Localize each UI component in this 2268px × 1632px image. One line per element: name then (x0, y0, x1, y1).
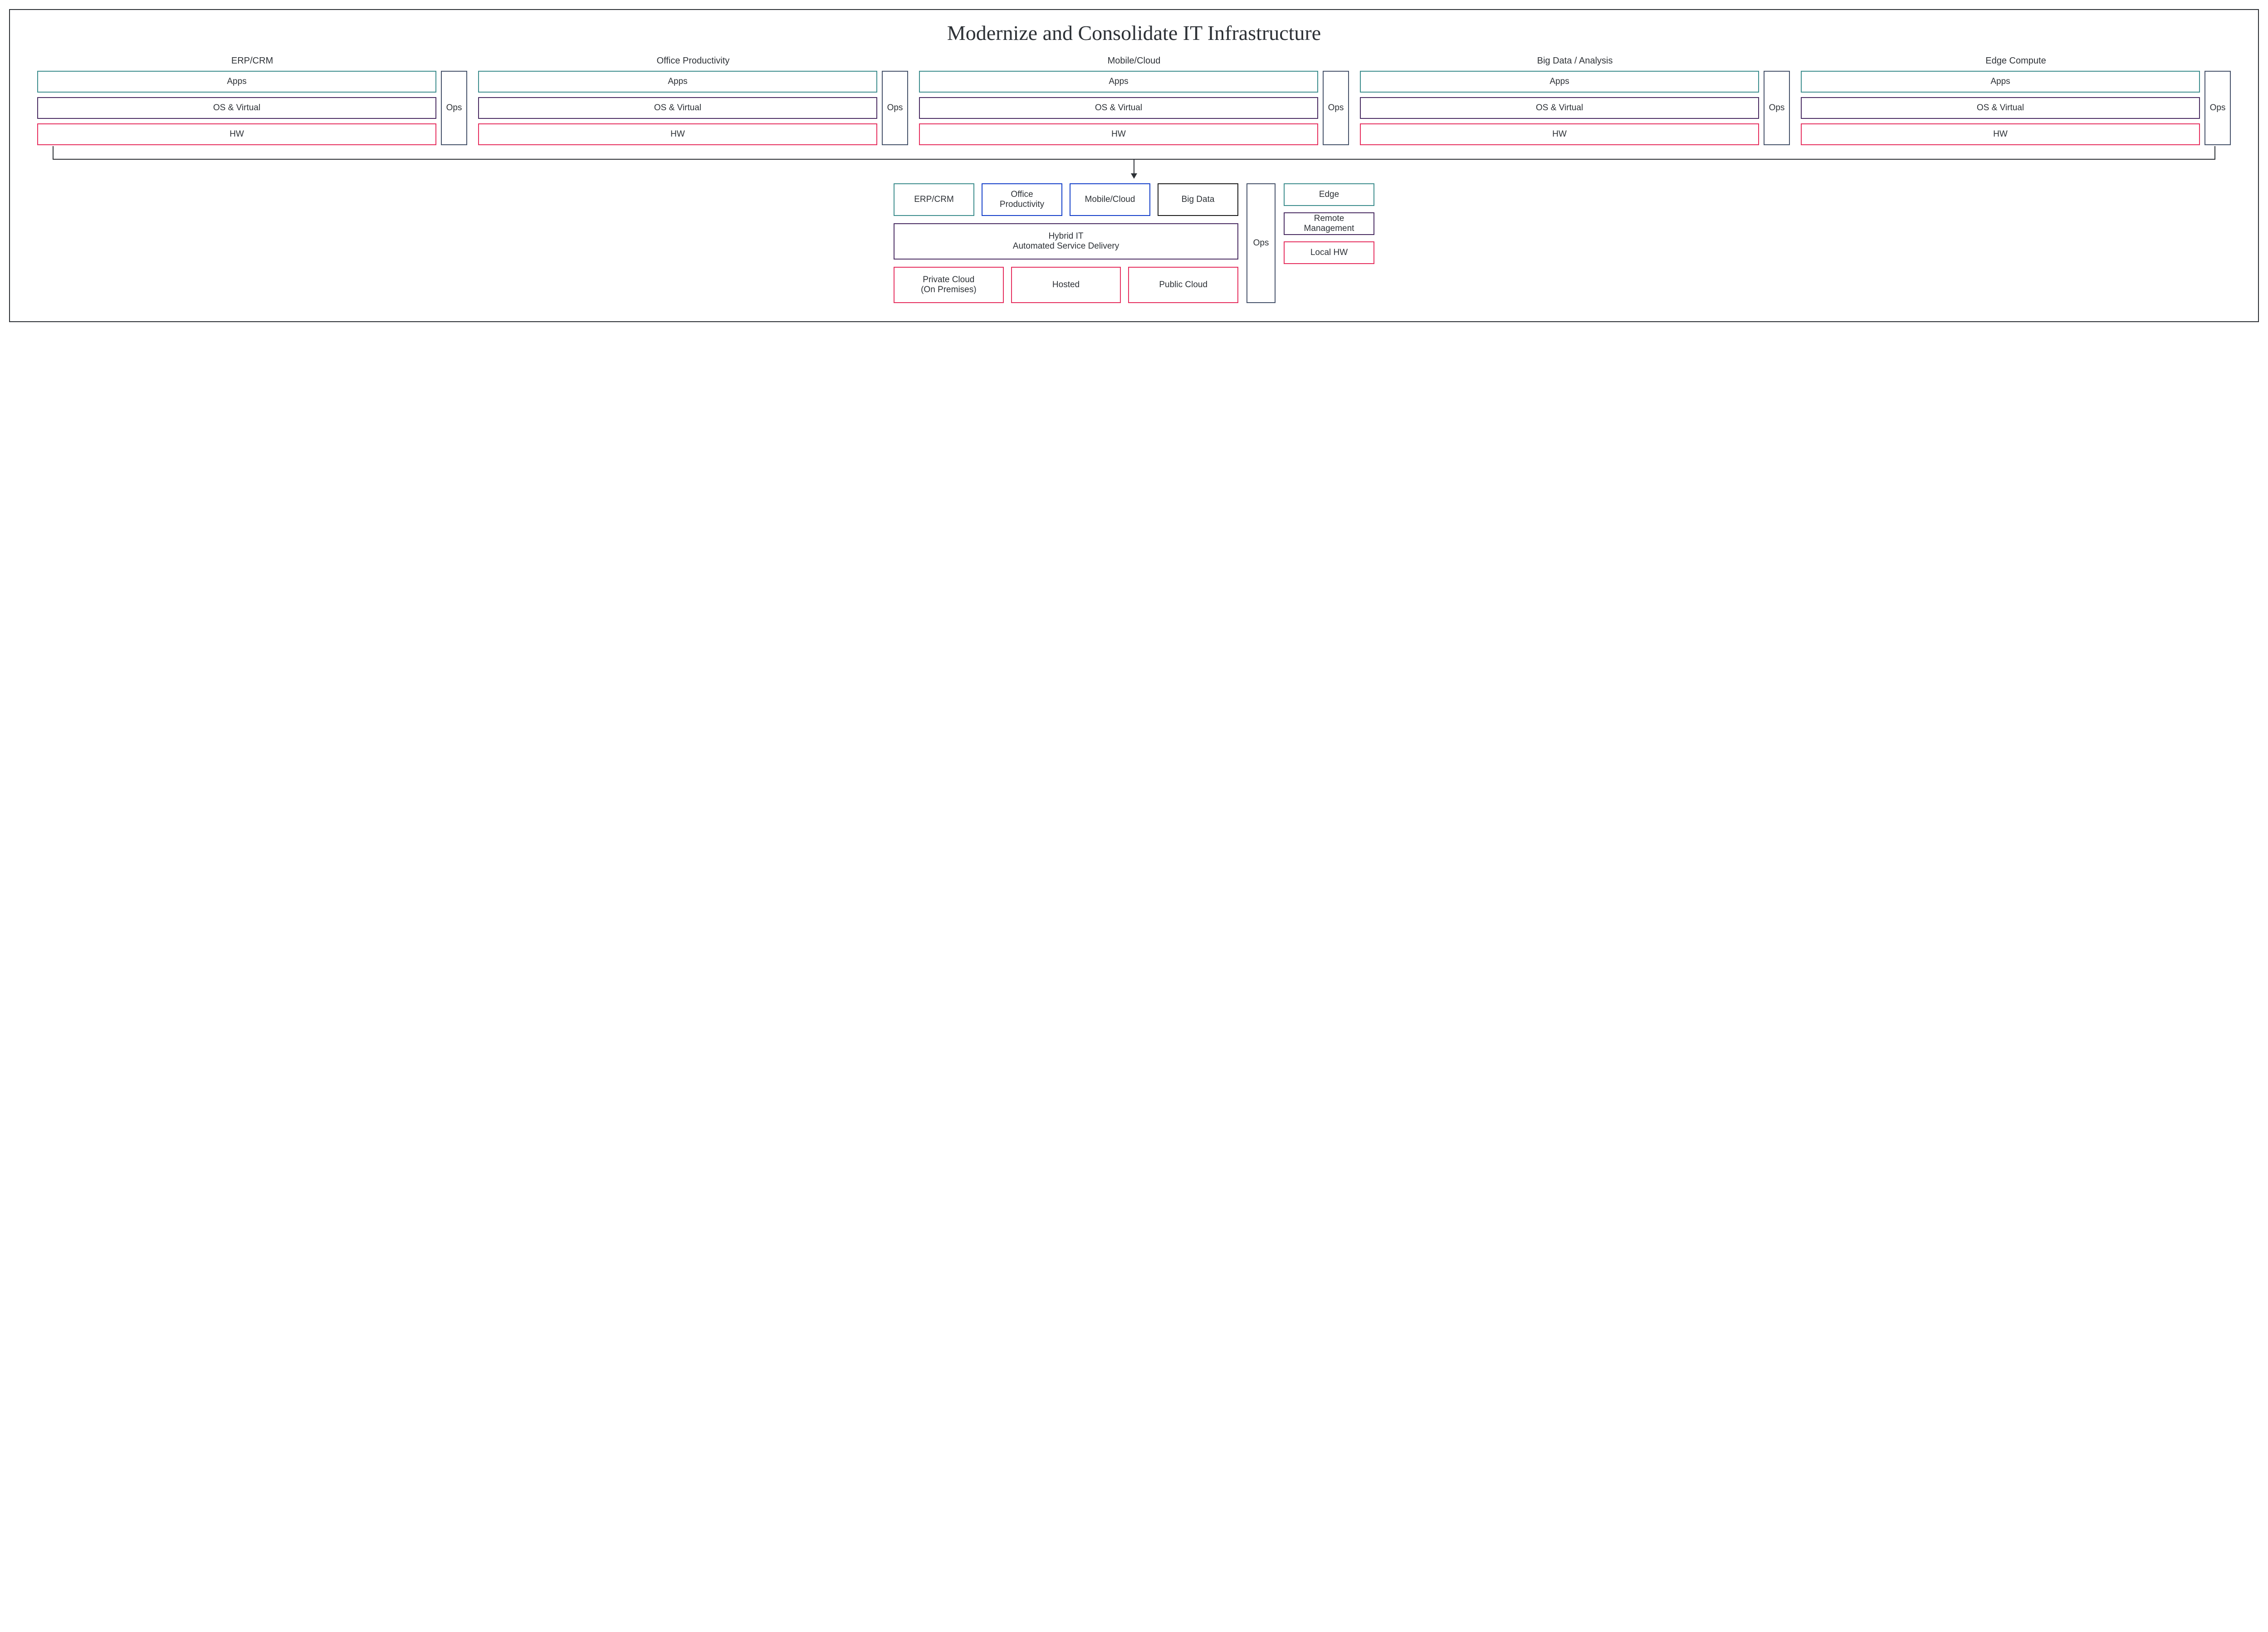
consolidated-apps-row: ERP/CRM Office Productivity Mobile/Cloud… (894, 183, 1238, 216)
local-hw-box: Local HW (1284, 241, 1374, 264)
silo-ops-box: Ops (882, 71, 908, 145)
silo-title: Edge Compute (1801, 56, 2231, 66)
silo-os-box: OS & Virtual (919, 97, 1318, 119)
silo-apps-box: Apps (919, 71, 1318, 93)
silo-ops-box: Ops (1764, 71, 1790, 145)
silo-hw-box: HW (478, 123, 877, 145)
silo-title: ERP/CRM (37, 56, 467, 66)
silo-os-box: OS & Virtual (478, 97, 877, 119)
app-erp-crm-box: ERP/CRM (894, 183, 974, 216)
silo-os-box: OS & Virtual (37, 97, 436, 119)
remote-management-box: Remote Management (1284, 212, 1374, 235)
silo-big-data: Big Data / Analysis Apps OS & Virtual HW… (1360, 56, 1790, 145)
silo-title: Mobile/Cloud (919, 56, 1349, 66)
diagram-frame: Modernize and Consolidate IT Infrastruct… (9, 9, 2259, 322)
consolidated-section: ERP/CRM Office Productivity Mobile/Cloud… (37, 183, 2231, 303)
silo-title: Big Data / Analysis (1360, 56, 1790, 66)
silo-office-productivity: Office Productivity Apps OS & Virtual HW… (478, 56, 908, 145)
silo-apps-box: Apps (37, 71, 436, 93)
infra-hosted-box: Hosted (1011, 267, 1121, 303)
silo-hw-box: HW (1801, 123, 2200, 145)
silo-edge-compute: Edge Compute Apps OS & Virtual HW Ops (1801, 56, 2231, 145)
silo-ops-box: Ops (1323, 71, 1349, 145)
consolidated-ops-column: Ops (1246, 183, 1276, 303)
hybrid-it-box: Hybrid IT Automated Service Delivery (894, 223, 1238, 260)
silo-apps-box: Apps (1801, 71, 2200, 93)
silo-os-box: OS & Virtual (1801, 97, 2200, 119)
silo-ops-box: Ops (2204, 71, 2231, 145)
consolidated-edge-column: Edge Remote Management Local HW (1284, 183, 1374, 303)
silo-apps-box: Apps (1360, 71, 1759, 93)
infra-public-cloud-box: Public Cloud (1128, 267, 1238, 303)
edge-box: Edge (1284, 183, 1374, 206)
silo-row: ERP/CRM Apps OS & Virtual HW Ops Office … (37, 56, 2231, 145)
silo-apps-box: Apps (478, 71, 877, 93)
consolidated-infra-row: Private Cloud (On Premises) Hosted Publi… (894, 267, 1238, 303)
diagram-title: Modernize and Consolidate IT Infrastruct… (37, 21, 2231, 45)
silo-erp-crm: ERP/CRM Apps OS & Virtual HW Ops (37, 56, 467, 145)
silo-os-box: OS & Virtual (1360, 97, 1759, 119)
app-mobile-cloud-box: Mobile/Cloud (1070, 183, 1150, 216)
silo-title: Office Productivity (478, 56, 908, 66)
silo-ops-box: Ops (441, 71, 467, 145)
silo-hw-box: HW (919, 123, 1318, 145)
app-big-data-box: Big Data (1158, 183, 1238, 216)
silo-mobile-cloud: Mobile/Cloud Apps OS & Virtual HW Ops (919, 56, 1349, 145)
silo-hw-box: HW (1360, 123, 1759, 145)
silo-hw-box: HW (37, 123, 436, 145)
consolidated-main-column: ERP/CRM Office Productivity Mobile/Cloud… (894, 183, 1238, 303)
app-office-box: Office Productivity (982, 183, 1062, 216)
infra-private-cloud-box: Private Cloud (On Premises) (894, 267, 1004, 303)
convergence-arrow (53, 145, 2215, 183)
consolidated-ops-box: Ops (1246, 183, 1276, 303)
arrow-down-icon (1131, 173, 1137, 179)
